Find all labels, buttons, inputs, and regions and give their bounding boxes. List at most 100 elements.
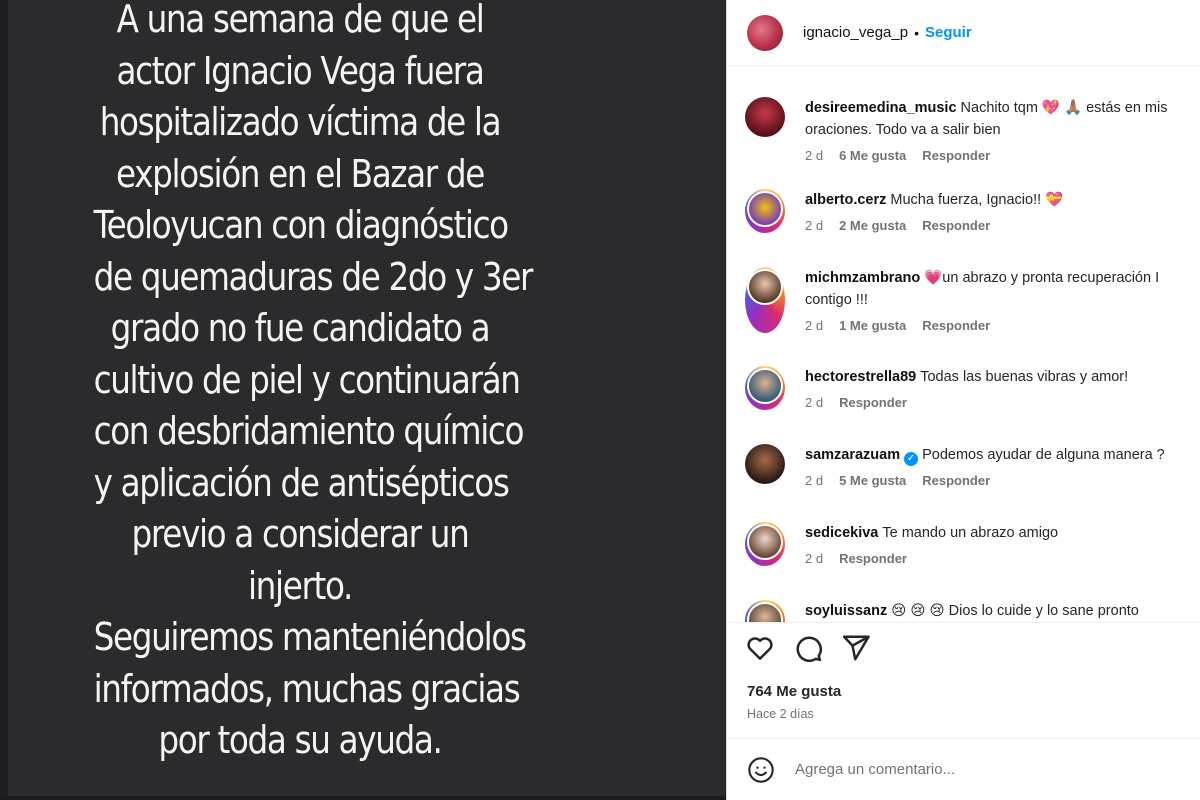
comments-list[interactable]: desireemedina_music Nachito tqm 💖 🙏🏽 está… bbox=[727, 67, 1200, 622]
commenter-avatar bbox=[747, 191, 783, 227]
verified-badge-icon: ✓ bbox=[904, 452, 919, 466]
story-ring[interactable] bbox=[745, 267, 785, 333]
comment-likes[interactable]: 5 Me gusta bbox=[839, 473, 906, 488]
comment-content: Nachito tqm 💖 🙏🏽 estás en mis bbox=[960, 100, 1168, 116]
commenter-avatar[interactable] bbox=[745, 444, 785, 484]
add-comment-bar bbox=[727, 738, 1200, 800]
reply-button[interactable]: Responder bbox=[839, 551, 907, 566]
story-ring[interactable] bbox=[745, 600, 785, 622]
comment-icon[interactable] bbox=[793, 633, 823, 663]
comment-item: sedicekiva Te mando un abrazo amigo 2 d R… bbox=[745, 522, 1200, 566]
story-ring[interactable] bbox=[745, 189, 785, 233]
story-line: injerto. bbox=[247, 563, 353, 608]
story-line: por toda su ayuda. bbox=[158, 718, 443, 762]
commenter-avatar bbox=[747, 368, 783, 404]
comment-time: 2 d bbox=[805, 318, 824, 333]
comment-content: Podemos ayudar de alguna manera ? bbox=[922, 447, 1165, 463]
comment-content: oraciones. Todo va a salir bien bbox=[805, 122, 1001, 138]
author-username[interactable]: ignacio_vega_p bbox=[803, 24, 908, 41]
comment-text: desireemedina_music Nachito tqm 💖 🙏🏽 está… bbox=[805, 97, 1200, 119]
post-header: ignacio_vega_p • Seguir bbox=[727, 0, 1200, 66]
story-image: A una semana de que el actor Ignacio Veg… bbox=[0, 0, 726, 800]
story-ring[interactable] bbox=[745, 522, 785, 566]
commenter-username[interactable]: samzarazuam bbox=[805, 447, 900, 463]
post-time: Hace 2 días bbox=[747, 707, 814, 721]
commenter-username[interactable]: hectorestrella89 bbox=[805, 369, 916, 385]
story-line: de quemaduras de 2do y 3er bbox=[93, 254, 534, 299]
comment-item: samzarazuam ✓ Podemos ayudar de alguna man… bbox=[745, 444, 1200, 488]
action-icons bbox=[745, 633, 871, 663]
comment-time: 2 d bbox=[805, 218, 824, 233]
comment-meta: 2 d Responder bbox=[805, 551, 1200, 566]
story-line: con desbridamiento químico bbox=[93, 409, 525, 453]
smiley-icon[interactable] bbox=[747, 756, 775, 784]
comment-meta: 2 d 1 Me gusta Responder bbox=[805, 318, 1200, 333]
story-ring[interactable] bbox=[745, 366, 785, 410]
media-bottom-strip bbox=[0, 796, 726, 800]
story-line: previo a considerar un bbox=[131, 512, 470, 556]
story-line: cultivo de piel y continuarán bbox=[93, 357, 521, 402]
comment-meta: 2 d 2 Me gusta Responder bbox=[805, 218, 1200, 233]
follow-button[interactable]: Seguir bbox=[925, 24, 972, 41]
comment-time: 2 d bbox=[805, 551, 824, 566]
comment-meta: 2 d Responder bbox=[805, 395, 1200, 410]
commenter-avatar bbox=[747, 602, 783, 622]
post-media: A una semana de que el actor Ignacio Veg… bbox=[0, 0, 726, 800]
comment-content: Mucha fuerza, Ignacio!! 💝 bbox=[890, 192, 1064, 208]
story-line: Seguiremos manteniéndolos bbox=[93, 615, 527, 659]
comment-meta: 2 d 5 Me gusta Responder bbox=[805, 473, 1200, 488]
comment-content: Te mando un abrazo amigo bbox=[882, 525, 1059, 541]
comment-text: michmzambrano 💗un abrazo y pronta recuper… bbox=[805, 267, 1200, 289]
comment-text: sedicekiva Te mando un abrazo amigo bbox=[805, 522, 1200, 544]
story-line: y aplicación de antisépticos bbox=[93, 460, 510, 505]
reply-button[interactable]: Responder bbox=[922, 318, 990, 333]
comment-likes[interactable]: 1 Me gusta bbox=[839, 318, 906, 333]
comment-likes[interactable]: 6 Me gusta bbox=[839, 148, 906, 163]
comment-text: alberto.cerz Mucha fuerza, Ignacio!! 💝 bbox=[805, 189, 1200, 211]
comment-content: 😢 😢 😢 Dios lo cuide y lo sane pronto bbox=[891, 603, 1139, 619]
commenter-avatar bbox=[747, 524, 783, 560]
comment-item: desireemedina_music Nachito tqm 💖 🙏🏽 está… bbox=[745, 97, 1200, 163]
post-panel: ignacio_vega_p • Seguir desireemedina_mu… bbox=[726, 0, 1200, 800]
reply-button[interactable]: Responder bbox=[922, 148, 990, 163]
comment-item: soyluissanz 😢 😢 😢 Dios lo cuide y lo sane… bbox=[745, 600, 1200, 622]
story-line: A una semana de que el bbox=[116, 0, 485, 41]
story-line: grado no fue candidato a bbox=[110, 306, 491, 350]
commenter-username[interactable]: soyluissanz bbox=[805, 603, 887, 619]
reply-button[interactable]: Responder bbox=[922, 473, 990, 488]
comment-content: 💗un abrazo y pronta recuperación I bbox=[924, 270, 1160, 286]
comment-text: soyluissanz 😢 😢 😢 Dios lo cuide y lo sane… bbox=[805, 600, 1200, 622]
comment-time: 2 d bbox=[805, 473, 824, 488]
reply-button[interactable]: Responder bbox=[839, 395, 907, 410]
comment-item: michmzambrano 💗un abrazo y pronta recuper… bbox=[745, 267, 1200, 333]
commenter-username[interactable]: sedicekiva bbox=[805, 525, 878, 541]
media-edge bbox=[0, 0, 8, 800]
comment-content: contigo !!! bbox=[805, 292, 868, 308]
comment-item: hectorestrella89 Todas las buenas vibras … bbox=[745, 366, 1200, 410]
heart-icon[interactable] bbox=[745, 633, 775, 663]
story-line: hospitalizado víctima de la bbox=[99, 100, 502, 144]
comment-content: Todas las buenas vibras y amor! bbox=[920, 369, 1129, 385]
story-text: A una semana de que el actor Ignacio Veg… bbox=[93, 0, 534, 767]
post-actions: 764 Me gusta Hace 2 días bbox=[727, 622, 1200, 738]
commenter-username[interactable]: alberto.cerz bbox=[805, 192, 886, 208]
commenter-username[interactable]: michmzambrano bbox=[805, 270, 920, 286]
likes-count[interactable]: 764 Me gusta bbox=[747, 683, 841, 700]
comment-likes[interactable]: 2 Me gusta bbox=[839, 218, 906, 233]
reply-button[interactable]: Responder bbox=[922, 218, 990, 233]
share-icon[interactable] bbox=[841, 633, 871, 663]
comment-input[interactable] bbox=[795, 761, 1175, 778]
separator-dot: • bbox=[914, 24, 919, 41]
commenter-avatar[interactable] bbox=[745, 97, 785, 137]
commenter-avatar bbox=[747, 269, 783, 305]
comment-time: 2 d bbox=[805, 395, 824, 410]
story-line: explosión en el Bazar de bbox=[116, 151, 485, 196]
comment-meta: 2 d 6 Me gusta Responder bbox=[805, 148, 1200, 163]
comment-time: 2 d bbox=[805, 148, 824, 163]
comment-text: hectorestrella89 Todas las buenas vibras … bbox=[805, 366, 1200, 388]
story-line: informados, muchas gracias bbox=[93, 666, 521, 711]
commenter-username[interactable]: desireemedina_music bbox=[805, 100, 957, 116]
story-line: actor Ignacio Vega fuera bbox=[116, 48, 484, 93]
comment-item: alberto.cerz Mucha fuerza, Ignacio!! 💝 2 … bbox=[745, 189, 1200, 233]
author-avatar[interactable] bbox=[747, 14, 783, 51]
